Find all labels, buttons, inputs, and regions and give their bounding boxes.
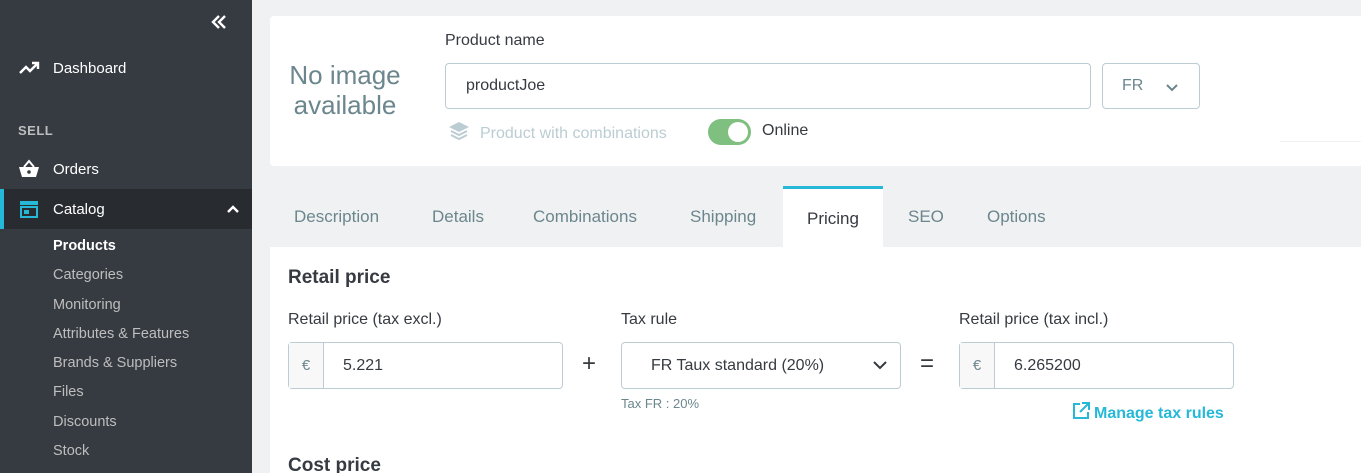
sidebar-item-label: Orders <box>53 160 99 178</box>
sidebar-item-label: Catalog <box>53 200 105 218</box>
online-toggle[interactable] <box>708 119 751 145</box>
tab-combinations[interactable]: Combinations <box>533 186 637 248</box>
manage-tax-rules-label: Manage tax rules <box>1094 404 1224 422</box>
sidebar-subitem-stock[interactable]: Stock <box>53 443 89 459</box>
product-with-combinations-option[interactable]: Product with combinations <box>448 120 667 147</box>
sidebar-subitem-files[interactable]: Files <box>53 384 84 400</box>
sidebar-item-orders[interactable]: Orders <box>0 149 252 189</box>
section-heading-sell: SELL <box>18 123 54 138</box>
sidebar-subitem-categories[interactable]: Categories <box>53 267 123 283</box>
price-incl-field[interactable]: € 6.265200 <box>959 342 1234 389</box>
basket-icon <box>18 158 40 180</box>
tab-options[interactable]: Options <box>987 186 1046 248</box>
no-image-placeholder[interactable]: No image available <box>284 60 406 120</box>
double-chevron-left-icon <box>211 15 226 29</box>
chevron-down-icon <box>1165 80 1179 98</box>
price-excl-input[interactable]: 5.221 <box>324 343 383 388</box>
sidebar-item-catalog[interactable]: Catalog <box>0 189 252 229</box>
external-link-icon <box>1071 401 1091 426</box>
sidebar: Dashboard SELL Orders Catalog Products C… <box>0 0 252 473</box>
active-indicator <box>0 189 4 229</box>
equals-sign: = <box>920 350 935 377</box>
layers-icon <box>448 120 470 147</box>
sidebar-subitem-monitoring[interactable]: Monitoring <box>53 297 121 313</box>
tax-rule-value: FR Taux standard (20%) <box>651 356 825 374</box>
toggle-knob <box>728 122 748 142</box>
tab-details[interactable]: Details <box>432 186 484 248</box>
currency-addon: € <box>960 343 995 388</box>
product-name-label: Product name <box>445 32 545 49</box>
retail-price-heading: Retail price <box>288 267 391 288</box>
sidebar-item-label: Dashboard <box>53 59 127 77</box>
language-select[interactable]: FR <box>1102 63 1200 109</box>
tab-pricing[interactable]: Pricing <box>783 186 883 248</box>
language-value: FR <box>1122 77 1144 94</box>
price-excl-label: Retail price (tax excl.) <box>288 311 442 328</box>
sidebar-subitem-products[interactable]: Products <box>53 238 116 254</box>
tab-shipping[interactable]: Shipping <box>690 186 756 248</box>
tax-help-text: Tax FR : 20% <box>621 396 700 411</box>
tax-rule-label: Tax rule <box>621 311 678 328</box>
plus-sign: + <box>582 350 597 377</box>
price-incl-input[interactable]: 6.265200 <box>995 343 1081 388</box>
product-name-input[interactable]: productJoe <box>445 63 1091 109</box>
price-incl-label: Retail price (tax incl.) <box>959 311 1109 328</box>
store-icon <box>18 198 40 220</box>
tab-description[interactable]: Description <box>294 186 379 248</box>
currency-addon: € <box>289 343 324 388</box>
product-header-card: No image available Product name productJ… <box>270 16 1361 166</box>
sidebar-subitem-attributes-features[interactable]: Attributes & Features <box>53 326 189 342</box>
tab-seo[interactable]: SEO <box>908 186 944 248</box>
sidebar-item-dashboard[interactable]: Dashboard <box>0 48 252 88</box>
tax-rule-select[interactable]: FR Taux standard (20%) <box>621 342 901 389</box>
combinations-label: Product with combinations <box>480 124 667 142</box>
chevron-down-icon <box>872 358 888 376</box>
online-label: Online <box>762 122 809 139</box>
sidebar-subitem-discounts[interactable]: Discounts <box>53 414 117 430</box>
collapse-sidebar-button[interactable] <box>207 10 231 34</box>
trending-up-icon <box>18 57 40 79</box>
cost-price-heading: Cost price <box>288 455 381 473</box>
divider <box>1280 141 1361 142</box>
manage-tax-rules-link[interactable]: Manage tax rules <box>1071 401 1224 426</box>
price-excl-field[interactable]: € 5.221 <box>288 342 563 389</box>
chevron-up-icon <box>226 201 240 218</box>
sidebar-subitem-brands-suppliers[interactable]: Brands & Suppliers <box>53 355 177 371</box>
